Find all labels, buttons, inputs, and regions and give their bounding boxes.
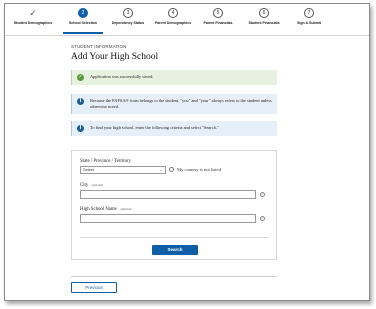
section-eyebrow: STUDENT INFORMATION [71,44,127,49]
alert-info-ownership: i Because the FAFSA® form belongs to the… [71,94,277,114]
info-icon[interactable]: i [260,216,265,221]
country-not-listed-option[interactable]: My country is not listed [169,167,221,172]
step-number: 6 [259,8,269,18]
step-number: 5 [213,8,223,18]
school-name-label: High School Name - optional [80,207,132,212]
city-input[interactable] [80,190,256,199]
previous-button[interactable]: Previous [71,282,117,293]
alert-text: Because the FAFSA® form belongs to the s… [90,98,272,109]
info-icon[interactable]: i [260,192,265,197]
step-number: 4 [168,8,178,18]
info-icon: i [77,98,84,105]
alert-success: ✓ Application was successfully saved. [71,70,277,85]
divider [80,237,268,238]
info-icon: i [77,125,84,132]
alert-text: To find your high school, enter the foll… [90,125,219,130]
main-content: STUDENT INFORMATION Add Your High School… [71,44,277,293]
chevron-down-icon: ⌄ [159,167,163,172]
search-button[interactable]: Search [152,245,198,255]
school-name-input[interactable] [80,214,256,223]
search-form-card: State / Province / Territory Select ⌄ My… [71,150,277,260]
state-label: State / Province / Territory [80,159,131,164]
city-optional-text: - optional [89,183,103,187]
step-number: 3 [123,8,133,18]
checkmark-icon: ✓ [29,8,37,18]
school-label-text: High School Name [80,207,117,212]
step-number: 7 [304,8,314,18]
progress-stepper: ✓ Student Demographics 2 School Selectio… [5,4,369,36]
step-label: Parent Financials [203,21,233,25]
divider [71,276,277,277]
alert-text: Application was successfully saved. [90,74,154,79]
country-not-listed-label: My country is not listed [177,167,221,172]
app-window: ✓ Student Demographics 2 School Selectio… [4,3,370,301]
alert-info-instructions: i To find your high school, enter the fo… [71,121,277,136]
city-label: City - optional [80,183,103,188]
state-select-value: Select [83,167,95,172]
check-circle-icon: ✓ [77,74,84,81]
school-optional-text: - optional [117,207,132,211]
step-label: Sign & Submit [297,21,321,25]
step-label: Student Demographics [13,21,53,25]
step-sign-submit[interactable]: 7 Sign & Submit [283,8,335,25]
city-label-text: City [80,183,89,188]
step-parent-financials[interactable]: 5 Parent Financials [192,8,244,25]
step-student-demographics[interactable]: ✓ Student Demographics [7,8,59,25]
step-number: 2 [78,8,88,18]
radio-button[interactable] [169,167,174,172]
page-title: Add Your High School [71,52,159,62]
state-select[interactable]: Select ⌄ [80,166,166,174]
